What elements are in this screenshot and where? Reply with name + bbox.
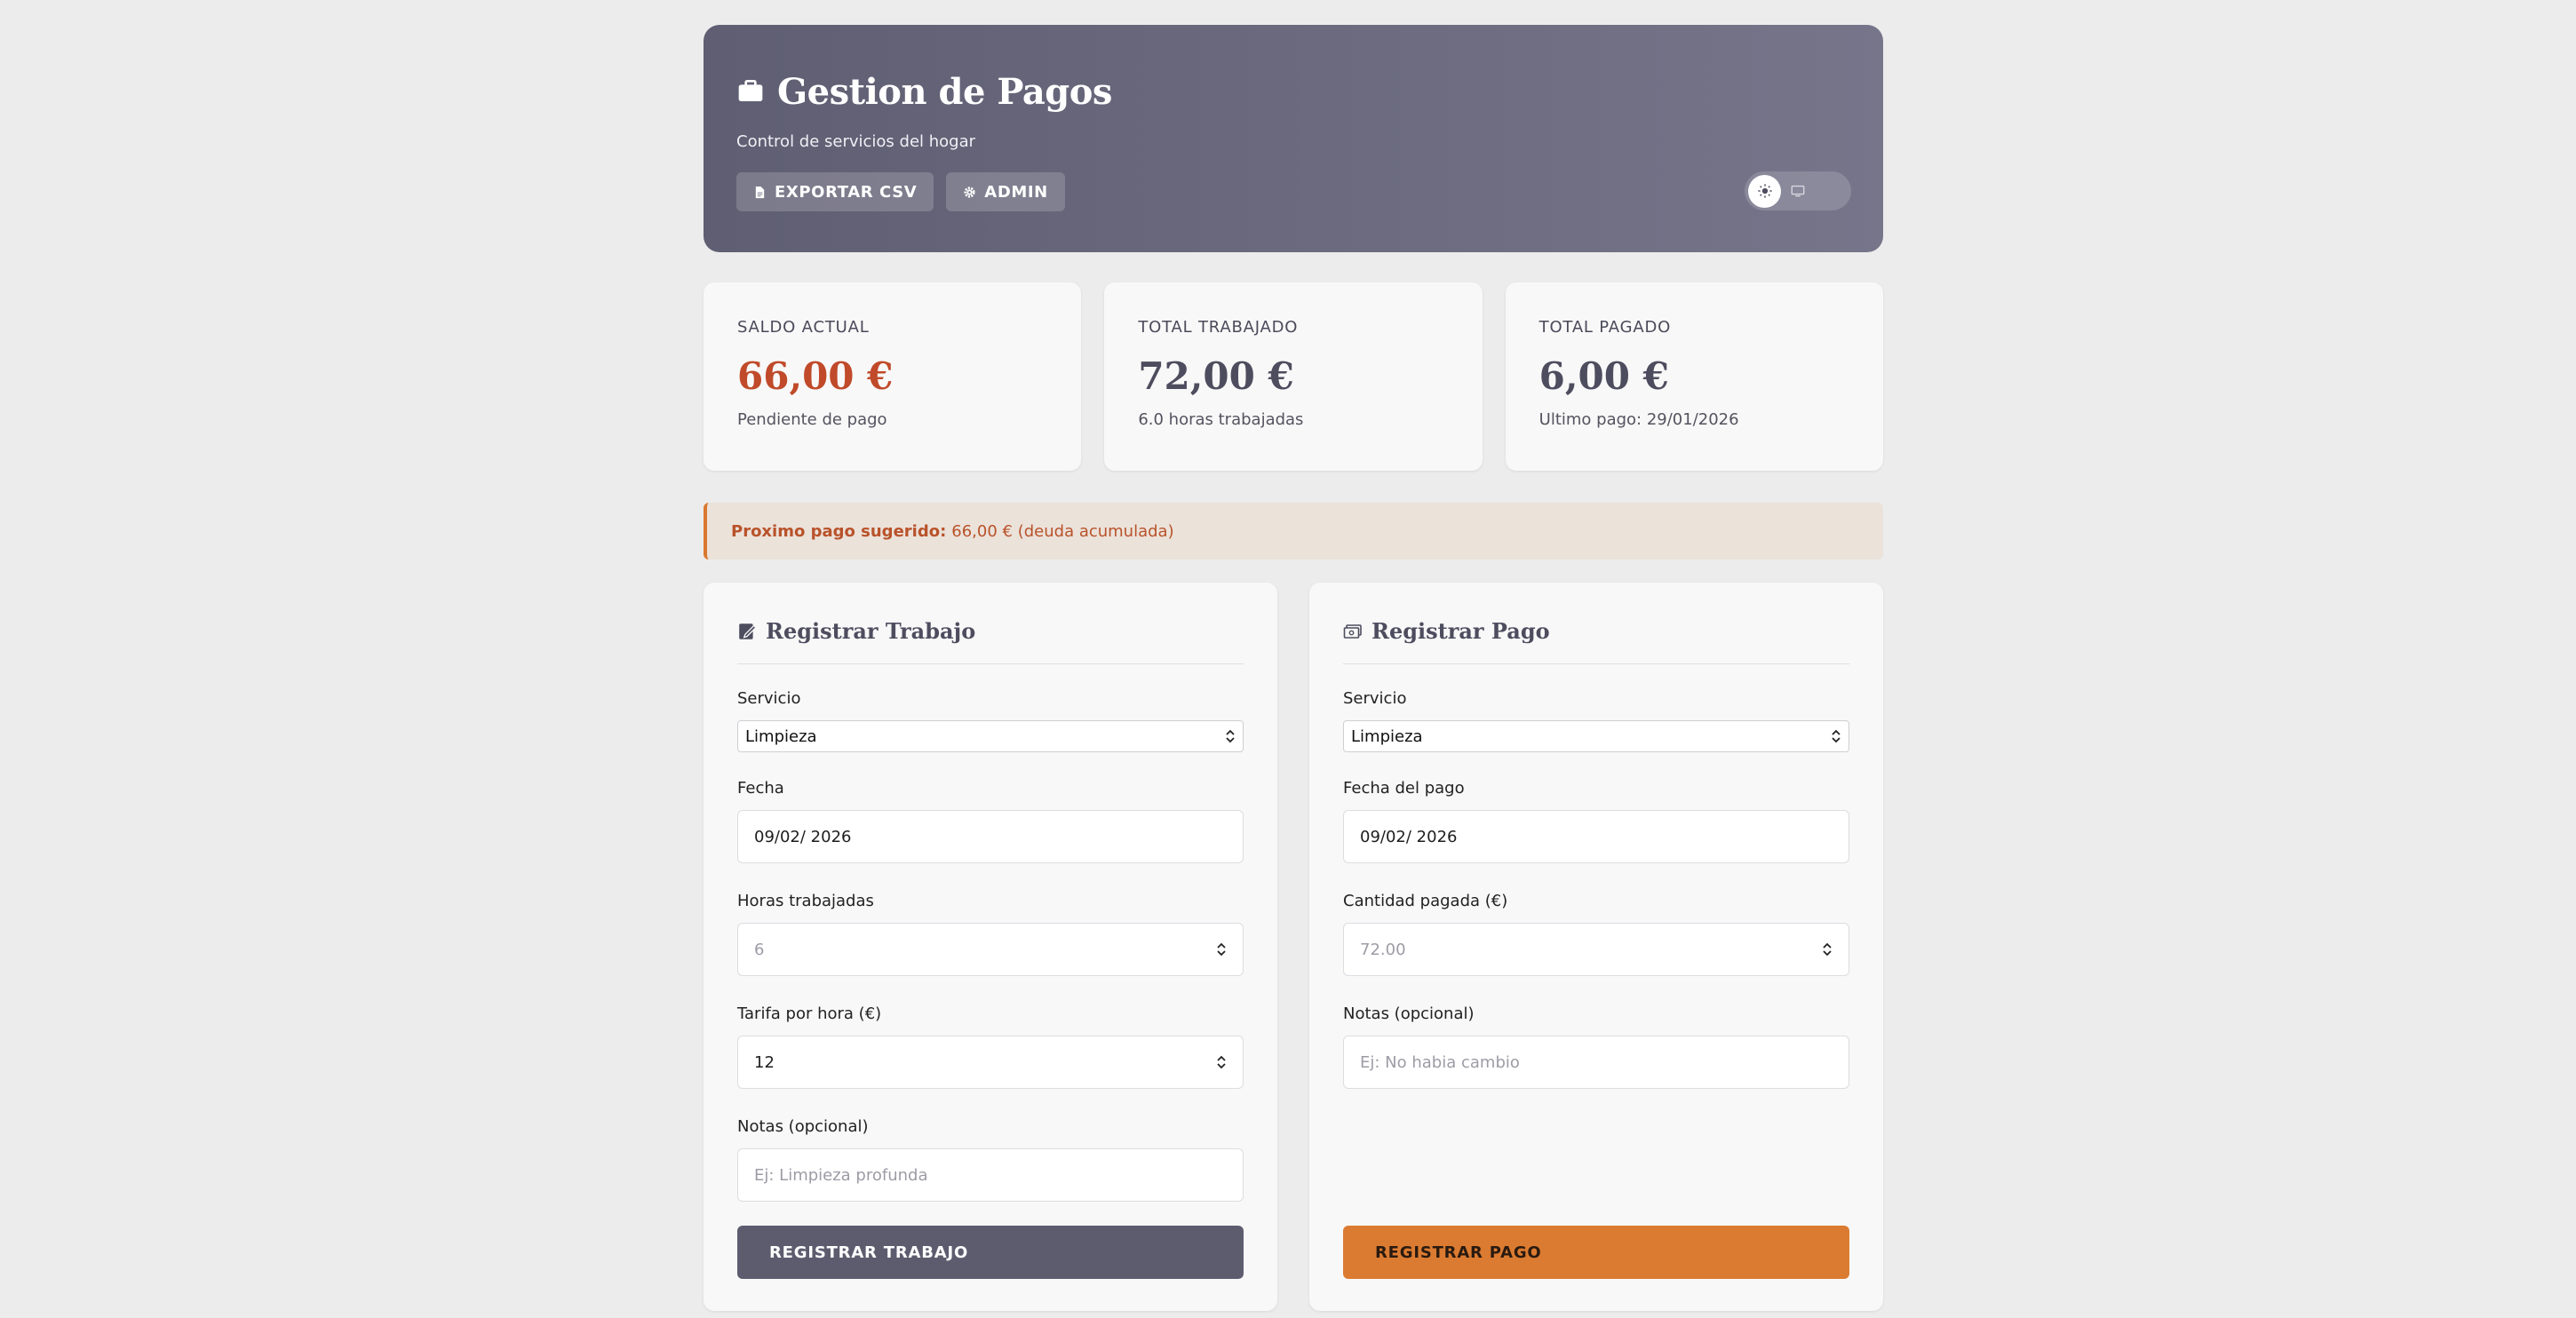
payment-service-select[interactable]: Limpieza bbox=[1343, 720, 1849, 752]
register-work-card: Registrar Trabajo Servicio Limpieza Fech… bbox=[704, 583, 1277, 1311]
stat-value: 72,00 € bbox=[1138, 354, 1294, 398]
alert-text: 66,00 € (deuda acumulada) bbox=[951, 521, 1174, 541]
rate-input[interactable]: 12 bbox=[737, 1036, 1244, 1089]
monitor-icon bbox=[1791, 185, 1804, 197]
stat-value: 66,00 € bbox=[737, 354, 894, 398]
notes-label: Notas (opcional) bbox=[1343, 1004, 1475, 1023]
date-label: Fecha bbox=[737, 779, 784, 798]
work-form-title: Registrar Trabajo bbox=[766, 618, 976, 644]
rate-value: 12 bbox=[754, 1052, 775, 1072]
notes-label: Notas (opcional) bbox=[737, 1117, 869, 1136]
stepper-icon[interactable] bbox=[1216, 1054, 1227, 1070]
hours-placeholder: 6 bbox=[754, 940, 765, 959]
stat-card-pagado: TOTAL PAGADO 6,00 € Ultimo pago: 29/01/2… bbox=[1505, 282, 1883, 471]
export-csv-label: EXPORTAR CSV bbox=[775, 182, 918, 202]
stat-subtext: Ultimo pago: 29/01/2026 bbox=[1538, 410, 1739, 429]
next-payment-alert: Proximo pago sugerido: 66,00 € (deuda ac… bbox=[704, 503, 1883, 560]
theme-toggle bbox=[1745, 171, 1851, 210]
register-work-button[interactable]: REGISTRAR TRABAJO bbox=[737, 1226, 1244, 1279]
payment-notes-placeholder: Ej: No habia cambio bbox=[1360, 1052, 1520, 1072]
work-notes-input[interactable]: Ej: Limpieza profunda bbox=[737, 1148, 1244, 1202]
service-label: Servicio bbox=[737, 689, 801, 708]
work-date-input[interactable]: 09/02/ 2026 bbox=[737, 810, 1244, 863]
file-icon bbox=[755, 186, 765, 198]
stat-label: TOTAL PAGADO bbox=[1538, 318, 1672, 337]
briefcase-icon bbox=[736, 76, 765, 108]
title-row: Gestion de Pagos bbox=[736, 71, 1850, 113]
select-arrows-icon bbox=[1226, 729, 1235, 743]
header-actions: EXPORTAR CSV ADMIN bbox=[736, 172, 1850, 211]
admin-button[interactable]: ADMIN bbox=[946, 172, 1065, 211]
gear-icon bbox=[964, 186, 975, 198]
register-payment-label: REGISTRAR PAGO bbox=[1375, 1243, 1542, 1262]
work-service-select[interactable]: Limpieza bbox=[737, 720, 1244, 752]
admin-label: ADMIN bbox=[984, 182, 1048, 202]
forms-row: Registrar Trabajo Servicio Limpieza Fech… bbox=[704, 583, 1883, 1311]
edit-icon bbox=[739, 623, 757, 639]
stat-value: 6,00 € bbox=[1538, 354, 1669, 398]
work-date-value: 09/02/ 2026 bbox=[754, 827, 852, 846]
theme-system-option[interactable] bbox=[1781, 175, 1814, 208]
stepper-icon[interactable] bbox=[1216, 941, 1227, 957]
theme-dark-option[interactable] bbox=[1814, 175, 1847, 208]
stat-card-trabajado: TOTAL TRABAJADO 72,00 € 6.0 horas trabaj… bbox=[1104, 282, 1483, 471]
stat-label: SALDO ACTUAL bbox=[737, 318, 870, 337]
stat-subtext: 6.0 horas trabajadas bbox=[1138, 410, 1304, 429]
payment-notes-input[interactable]: Ej: No habia cambio bbox=[1343, 1036, 1849, 1089]
card-title: Registrar Pago bbox=[1343, 618, 1849, 664]
register-payment-button[interactable]: REGISTRAR PAGO bbox=[1343, 1226, 1849, 1279]
theme-light-option[interactable] bbox=[1748, 174, 1781, 208]
payment-date-input[interactable]: 09/02/ 2026 bbox=[1343, 810, 1849, 863]
header-banner: Gestion de Pagos Control de servicios de… bbox=[704, 25, 1883, 252]
amount-input[interactable]: 72.00 bbox=[1343, 923, 1849, 976]
register-payment-card: Registrar Pago Servicio Limpieza Fecha d… bbox=[1309, 583, 1883, 1311]
amount-label: Cantidad pagada (€) bbox=[1343, 892, 1508, 910]
stat-label: TOTAL TRABAJADO bbox=[1138, 318, 1299, 337]
rate-label: Tarifa por hora (€) bbox=[737, 1004, 882, 1023]
hours-label: Horas trabajadas bbox=[737, 892, 874, 910]
sun-icon bbox=[1757, 184, 1772, 198]
payment-service-value: Limpieza bbox=[1351, 726, 1423, 746]
page-title: Gestion de Pagos bbox=[777, 71, 1112, 113]
page-subtitle: Control de servicios del hogar bbox=[736, 132, 976, 151]
card-title: Registrar Trabajo bbox=[737, 618, 1244, 664]
work-service-value: Limpieza bbox=[745, 726, 817, 746]
stepper-icon[interactable] bbox=[1822, 941, 1833, 957]
moon-icon bbox=[1826, 185, 1833, 197]
stat-subtext: Pendiente de pago bbox=[737, 410, 887, 429]
amount-placeholder: 72.00 bbox=[1360, 940, 1406, 959]
payment-date-label: Fecha del pago bbox=[1343, 779, 1465, 798]
money-icon bbox=[1343, 623, 1362, 639]
payment-date-value: 09/02/ 2026 bbox=[1360, 827, 1458, 846]
register-work-label: REGISTRAR TRABAJO bbox=[769, 1243, 969, 1262]
app-container: Gestion de Pagos Control de servicios de… bbox=[704, 25, 1883, 1311]
service-label: Servicio bbox=[1343, 689, 1407, 708]
stats-row: SALDO ACTUAL 66,00 € Pendiente de pago T… bbox=[704, 282, 1883, 471]
stat-card-saldo: SALDO ACTUAL 66,00 € Pendiente de pago bbox=[704, 282, 1082, 471]
export-csv-button[interactable]: EXPORTAR CSV bbox=[736, 172, 934, 211]
hours-input[interactable]: 6 bbox=[737, 923, 1244, 976]
payment-form-title: Registrar Pago bbox=[1371, 618, 1550, 644]
alert-heading: Proximo pago sugerido: bbox=[731, 521, 947, 541]
work-notes-placeholder: Ej: Limpieza profunda bbox=[754, 1165, 928, 1185]
select-arrows-icon bbox=[1832, 729, 1841, 743]
